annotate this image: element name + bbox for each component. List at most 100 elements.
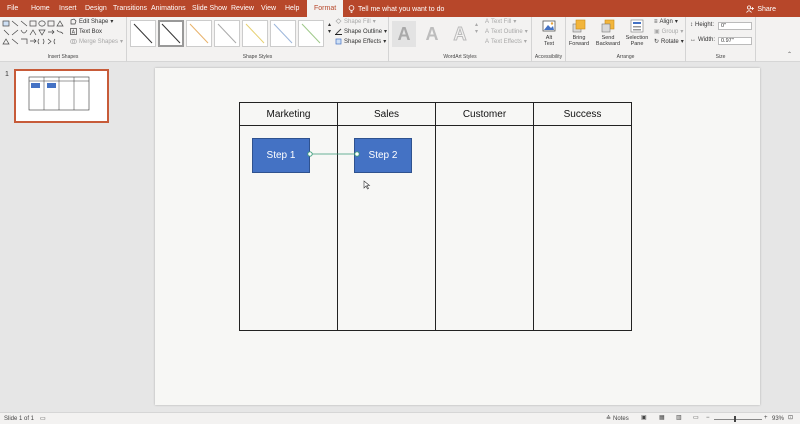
styles-scroll-icon[interactable]: ▴ ▾ xyxy=(328,21,331,35)
tab-help[interactable]: Help xyxy=(285,5,299,12)
pencil-icon xyxy=(335,28,342,35)
tab-slide-show[interactable]: Slide Show xyxy=(192,5,227,12)
lane-header-customer[interactable]: Customer xyxy=(436,103,533,126)
zoom-slider-thumb[interactable] xyxy=(734,416,736,422)
shape-style-swatch[interactable] xyxy=(298,20,324,47)
text-fill-button[interactable]: A Text Fill ▾ xyxy=(485,18,516,26)
normal-view-icon[interactable]: ▣ xyxy=(641,414,647,421)
text-effects-label: Text Effects xyxy=(491,38,522,45)
wordart-style-2[interactable]: A xyxy=(420,21,444,47)
tab-insert[interactable]: Insert xyxy=(59,5,77,12)
notes-icon: ≙ xyxy=(606,416,612,422)
bring-forward-label-2: Forward xyxy=(568,41,590,47)
rotate-button[interactable]: ↻ Rotate ▾ xyxy=(654,38,684,46)
fit-to-window-icon[interactable]: ⊡ xyxy=(788,414,793,421)
swimlane-table[interactable]: Marketing Sales Customer Success xyxy=(239,102,632,331)
group-button[interactable]: ▣ Group ▾ xyxy=(654,28,683,36)
lane-customer[interactable]: Customer xyxy=(436,103,534,330)
tell-me-box[interactable]: Tell me what you want to do xyxy=(348,5,444,13)
shape-effects-label: Shape Effects xyxy=(344,38,382,45)
shape-effects-button[interactable]: Shape Effects ▾ xyxy=(335,38,386,45)
text-box-button[interactable]: A Text Box xyxy=(70,28,102,35)
text-outline-button[interactable]: A Text Outline ▾ xyxy=(485,28,528,36)
line-style-icon xyxy=(217,23,237,44)
lane-header-marketing[interactable]: Marketing xyxy=(240,103,337,126)
shape-style-swatch[interactable] xyxy=(270,20,296,47)
lane-success[interactable]: Success xyxy=(534,103,631,330)
slide-thumbnail[interactable] xyxy=(14,69,109,123)
slide-sorter-icon[interactable]: ▦ xyxy=(659,414,665,421)
selection-pane-button[interactable]: Selection Pane xyxy=(623,19,651,47)
shape-style-swatch[interactable] xyxy=(214,20,240,47)
line-style-icon xyxy=(245,23,265,44)
width-input[interactable]: 0.97" xyxy=(718,37,752,45)
wordart-scroll-icon[interactable]: ▴ ▾ xyxy=(475,21,478,35)
shape-fill-button[interactable]: Shape Fill ▾ xyxy=(335,18,376,25)
slide[interactable]: Marketing Sales Customer Success Step 1 … xyxy=(155,68,760,405)
text-outline-label: Text Outline xyxy=(491,28,523,35)
zoom-slider[interactable] xyxy=(714,419,762,420)
shape-style-swatch[interactable] xyxy=(130,20,156,47)
shapes-gallery[interactable] xyxy=(2,20,64,52)
spell-check-icon[interactable]: ▭ xyxy=(40,415,46,422)
person-share-icon xyxy=(746,5,755,13)
tab-format[interactable]: Format xyxy=(307,0,344,17)
connector-line[interactable] xyxy=(305,148,365,160)
zoom-out-button[interactable]: − xyxy=(706,415,710,421)
zoom-in-button[interactable]: + xyxy=(764,415,768,421)
slide-canvas-area: Marketing Sales Customer Success Step 1 … xyxy=(121,63,800,412)
align-button[interactable]: ≡ Align ▾ xyxy=(654,18,678,26)
connector-start-handle[interactable] xyxy=(307,151,313,157)
collapse-ribbon-icon[interactable]: ⌃ xyxy=(787,51,792,58)
wordart-style-3[interactable]: A xyxy=(448,21,472,47)
shape-style-swatch[interactable] xyxy=(158,20,184,47)
slide-thumbnail-preview xyxy=(28,76,90,111)
width-row: ↔ Width: xyxy=(690,37,715,43)
shape-style-swatch[interactable] xyxy=(242,20,268,47)
line-style-icon xyxy=(189,23,209,44)
status-bar: Slide 1 of 1 ▭ ≙ Notes ▣ ▦ ▥ ▭ − + 93% ⊡ xyxy=(0,412,800,424)
share-button[interactable]: Share xyxy=(746,5,776,13)
group-label-accessibility: Accessibility xyxy=(534,54,563,60)
edit-shape-button[interactable]: Edit Shape ▾ xyxy=(70,18,113,25)
reading-view-icon[interactable]: ▥ xyxy=(676,414,682,421)
align-label: Align xyxy=(659,18,673,25)
alt-text-label-2: Text xyxy=(543,41,555,47)
group-label: Group xyxy=(661,28,679,35)
tab-view[interactable]: View xyxy=(261,5,276,12)
tab-review[interactable]: Review xyxy=(231,5,254,12)
height-input[interactable]: 0" xyxy=(718,22,752,30)
text-effects-button[interactable]: A Text Effects ▾ xyxy=(485,38,527,46)
width-label: Width: xyxy=(698,37,716,43)
tab-animations[interactable]: Animations xyxy=(151,5,186,12)
send-backward-button[interactable]: Send Backward xyxy=(594,19,622,47)
connector-end-handle[interactable] xyxy=(354,151,360,157)
selection-pane-label-2: Pane xyxy=(630,41,644,47)
lane-header-success[interactable]: Success xyxy=(534,103,631,126)
slideshow-icon[interactable]: ▭ xyxy=(693,414,699,421)
shape-style-swatch[interactable] xyxy=(186,20,212,47)
merge-shapes-label: Merge Shapes xyxy=(79,38,119,45)
chevron-down-icon: ▾ xyxy=(674,19,678,25)
ribbon: Edit Shape ▾ A Text Box Merge Shapes ▾ I… xyxy=(0,17,800,62)
wordart-style-1[interactable]: A xyxy=(392,21,416,47)
share-label: Share xyxy=(757,5,776,13)
zoom-level[interactable]: 93% xyxy=(772,416,784,422)
group-size: ↕ Height: 0" ↔ Width: 0.97" Size xyxy=(686,17,756,62)
slide-number: 1 xyxy=(5,71,9,78)
bring-forward-button[interactable]: Bring Forward xyxy=(566,19,592,47)
lane-header-sales[interactable]: Sales xyxy=(338,103,435,126)
merge-shapes-button[interactable]: Merge Shapes ▾ xyxy=(70,38,123,45)
notes-button[interactable]: ≙ Notes xyxy=(606,415,629,423)
shape-fill-label: Shape Fill xyxy=(344,18,371,25)
tab-file[interactable]: File xyxy=(7,5,18,12)
tab-transitions[interactable]: Transitions xyxy=(113,5,147,12)
tab-design[interactable]: Design xyxy=(85,5,107,12)
group-accessibility: Alt Text Accessibility xyxy=(532,17,566,62)
shape-outline-button[interactable]: Shape Outline ▾ xyxy=(335,28,387,35)
tab-home[interactable]: Home xyxy=(31,5,50,12)
slide-thumbnails-pane: 1 xyxy=(0,63,120,412)
send-backward-label-2: Backward xyxy=(595,41,621,47)
step-1-shape[interactable]: Step 1 xyxy=(252,138,310,173)
alt-text-button[interactable]: Alt Text xyxy=(537,19,561,47)
